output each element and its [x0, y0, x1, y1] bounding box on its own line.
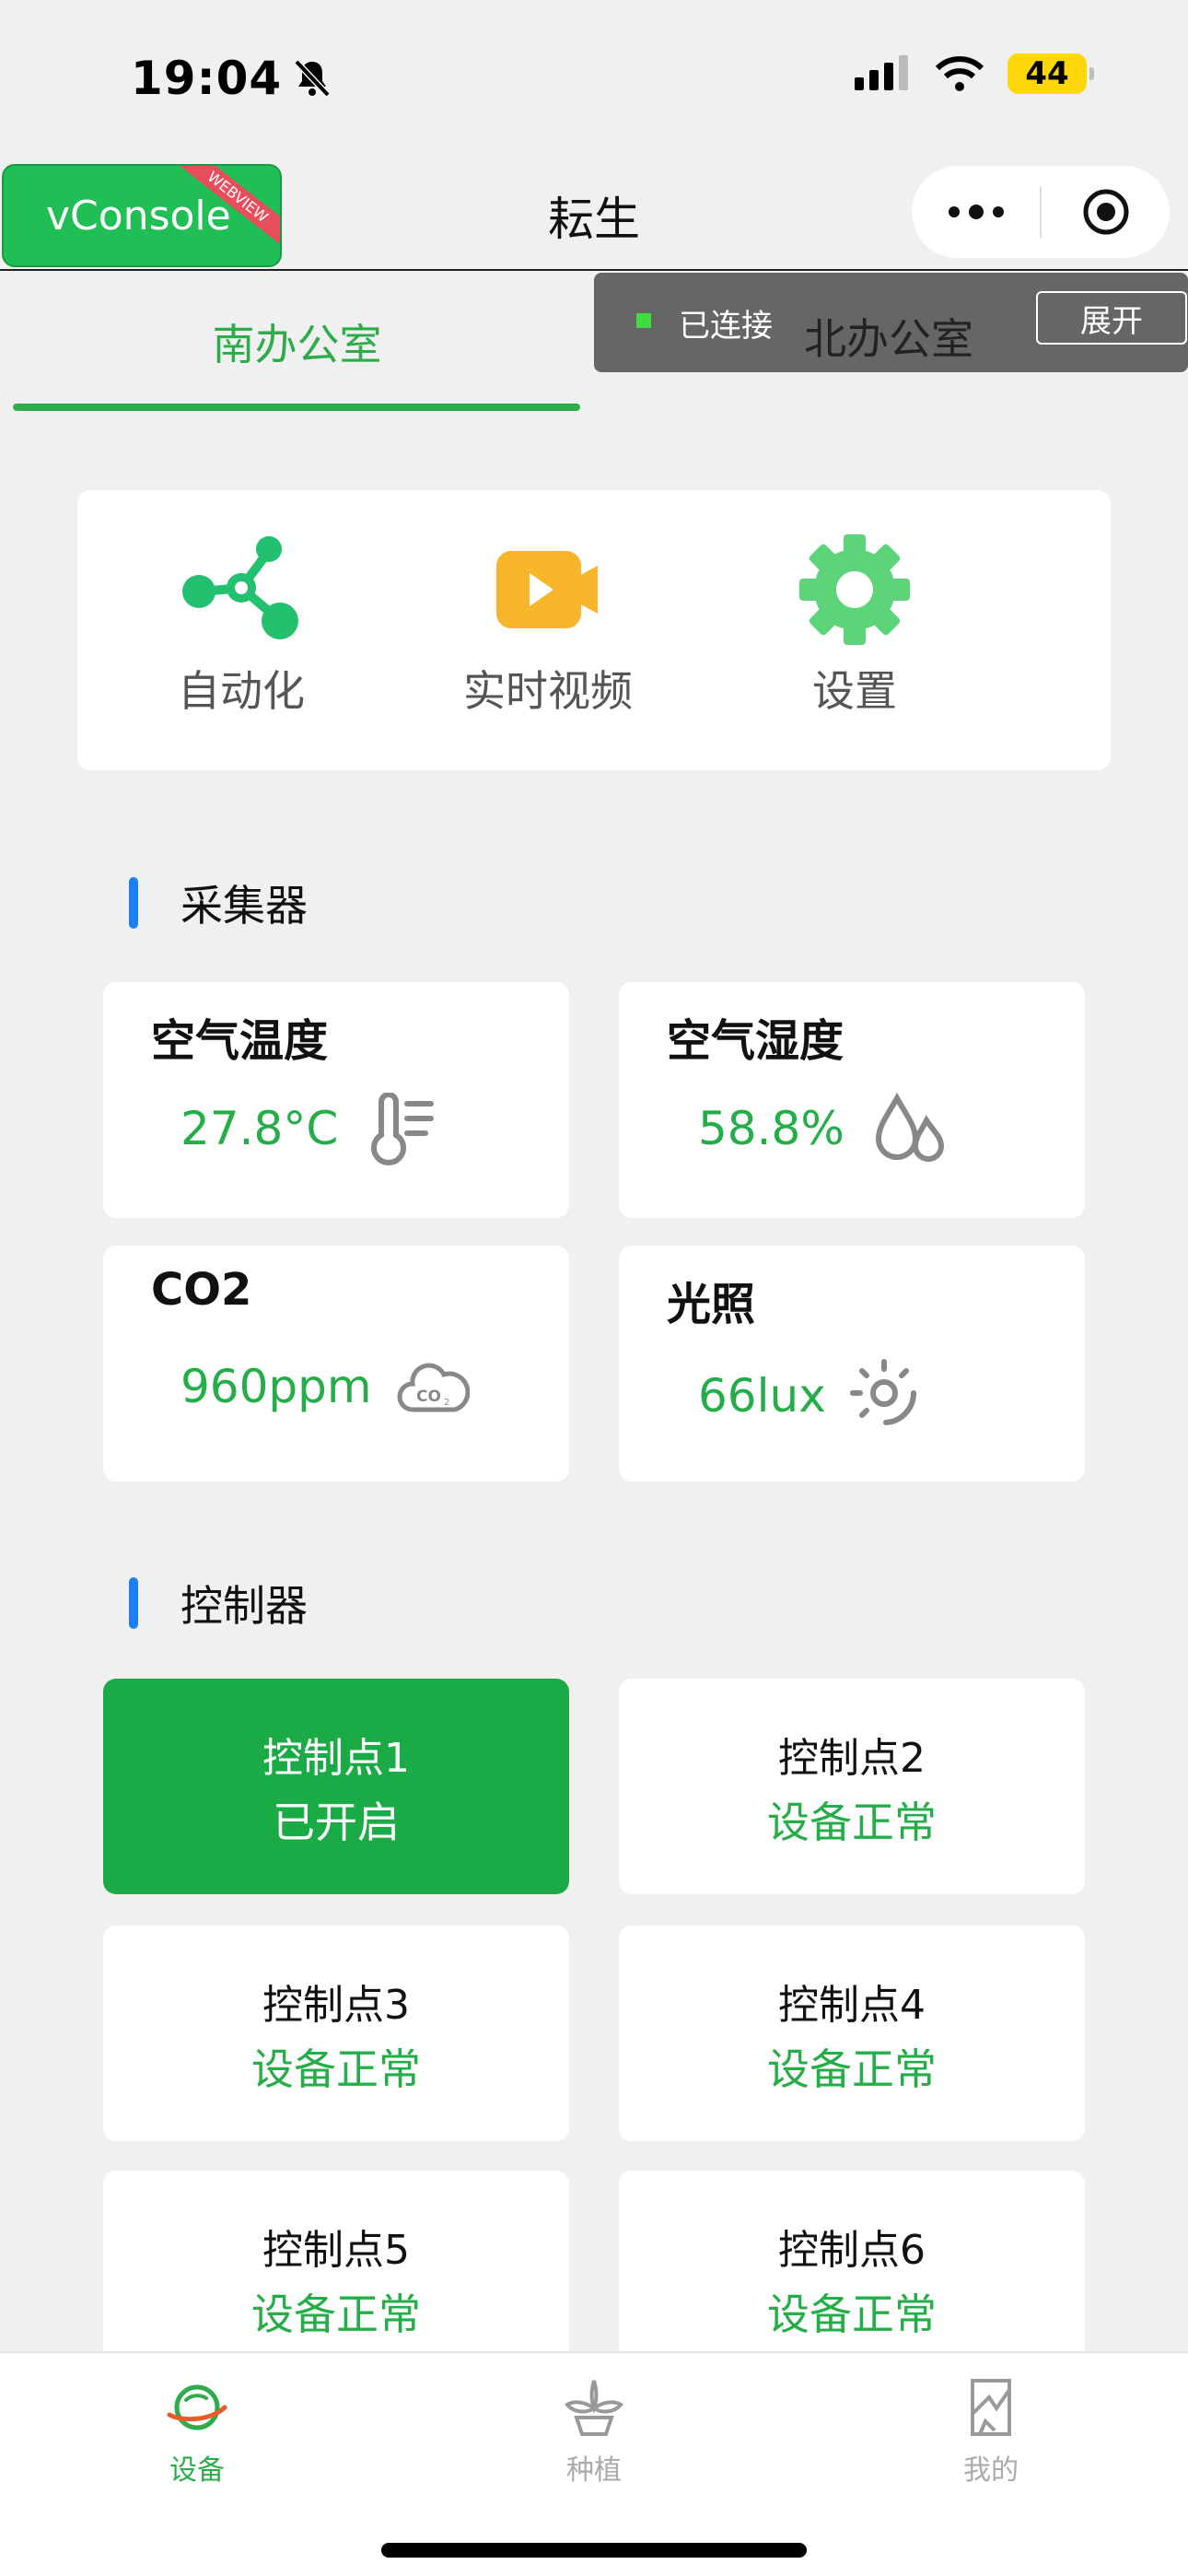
- control-status: 设备正常: [767, 2289, 937, 2339]
- sensor-label: 光照: [667, 1279, 756, 1330]
- active-tab-indicator: [13, 404, 580, 411]
- more-dots-icon: [948, 205, 1004, 219]
- quick-actions-card: 自动化 实时视频 设置: [77, 490, 1111, 770]
- tabbar-item-planting[interactable]: 种植: [502, 2375, 686, 2488]
- sensor-card-air-humidity[interactable]: 空气湿度 58.8%: [619, 982, 1085, 1218]
- settings-button[interactable]: 设置: [735, 531, 974, 719]
- tabbar-item-devices[interactable]: 设备: [105, 2375, 289, 2488]
- control-name: 控制点2: [778, 1735, 926, 1782]
- sensor-label: CO2: [151, 1264, 252, 1316]
- status-bar: 19:04 44: [0, 0, 1188, 157]
- control-status: 设备正常: [767, 1797, 937, 1847]
- time-text: 19:04: [131, 52, 283, 105]
- battery-level: 44: [1025, 55, 1069, 92]
- water-drops-icon: [875, 1093, 945, 1162]
- cellular-signal-icon: [855, 55, 908, 90]
- sensor-card-co2[interactable]: CO2 960ppm CO 2: [103, 1246, 569, 1481]
- profile-icon: [971, 2379, 1011, 2436]
- controllers-title: 控制器: [181, 1581, 308, 1631]
- controllers-section-title: 控制器: [129, 1575, 308, 1631]
- gear-icon: [799, 534, 910, 645]
- control-name: 控制点4: [778, 1982, 926, 2029]
- sprout-icon: [565, 2380, 623, 2436]
- home-indicator: [381, 2543, 807, 2558]
- sensor-label: 空气温度: [151, 1015, 329, 1067]
- control-status: 设备正常: [251, 2289, 421, 2339]
- connected-dot: [636, 313, 651, 328]
- svg-text:CO: CO: [416, 1388, 441, 1406]
- tabbar-label: 设备: [169, 2454, 225, 2487]
- control-name: 控制点6: [778, 2227, 926, 2274]
- tabbar-item-mine[interactable]: 我的: [899, 2375, 1083, 2488]
- control-point-2[interactable]: 控制点2 设备正常: [619, 1679, 1085, 1894]
- automation-button[interactable]: 自动化: [122, 531, 361, 719]
- section-accent-bar: [129, 877, 138, 929]
- video-camera-icon: [496, 551, 598, 628]
- nav-bar: vConsole WEBVIEW 耘生: [0, 157, 1188, 271]
- tabbar-label: 种植: [566, 2454, 622, 2487]
- tab-south-office[interactable]: 南办公室: [0, 273, 594, 411]
- collectors-title: 采集器: [181, 881, 308, 931]
- connection-status: 已连接: [679, 308, 773, 345]
- live-video-label: 实时视频: [463, 666, 633, 716]
- sun-icon: [850, 1359, 917, 1425]
- settings-label: 设置: [812, 666, 897, 716]
- co2-cloud-icon: CO 2: [397, 1363, 470, 1412]
- sensor-label: 空气湿度: [667, 1015, 844, 1067]
- svg-text:2: 2: [444, 1398, 449, 1408]
- status-time: 19:04: [131, 52, 332, 105]
- sensor-value: 58.8%: [698, 1102, 844, 1155]
- collectors-section-title: 采集器: [129, 875, 308, 931]
- sensor-value: 960ppm: [181, 1360, 372, 1413]
- live-video-button[interactable]: 实时视频: [428, 531, 668, 719]
- planet-icon: [167, 2384, 227, 2430]
- control-status: 设备正常: [251, 2044, 421, 2094]
- control-status: 已开启: [273, 1797, 400, 1847]
- close-mini-program-button[interactable]: [1042, 166, 1170, 258]
- section-accent-bar: [129, 1577, 138, 1629]
- bell-muted-icon: [294, 59, 331, 98]
- control-status: 设备正常: [767, 2044, 937, 2094]
- expand-button[interactable]: 展开: [1036, 291, 1187, 345]
- automation-node-icon: [182, 536, 298, 639]
- control-point-3[interactable]: 控制点3 设备正常: [103, 1926, 569, 2141]
- sensor-value: 66lux: [698, 1369, 826, 1423]
- control-name: 控制点3: [262, 1982, 410, 2029]
- vconsole-connection-panel: 已连接 北办公室 展开: [594, 273, 1188, 372]
- automation-label: 自动化: [178, 666, 305, 716]
- sensor-card-air-temperature[interactable]: 空气温度 27.8°C: [103, 982, 569, 1218]
- tabbar-label: 我的: [963, 2454, 1019, 2487]
- thermometer-icon: [371, 1093, 434, 1165]
- control-point-4[interactable]: 控制点4 设备正常: [619, 1926, 1085, 2141]
- battery-indicator: 44: [1007, 53, 1094, 94]
- target-circle-icon: [1083, 189, 1128, 235]
- sensor-value: 27.8°C: [181, 1102, 339, 1155]
- more-button[interactable]: [912, 166, 1040, 258]
- sensor-card-illumination[interactable]: 光照 66lux: [619, 1246, 1085, 1481]
- wifi-icon: [935, 56, 984, 91]
- control-point-1[interactable]: 控制点1 已开启: [103, 1679, 569, 1894]
- tab-north-label[interactable]: 北办公室: [804, 306, 973, 367]
- mini-program-capsule: [912, 166, 1170, 258]
- control-name: 控制点1: [262, 1735, 410, 1782]
- control-name: 控制点5: [262, 2227, 410, 2274]
